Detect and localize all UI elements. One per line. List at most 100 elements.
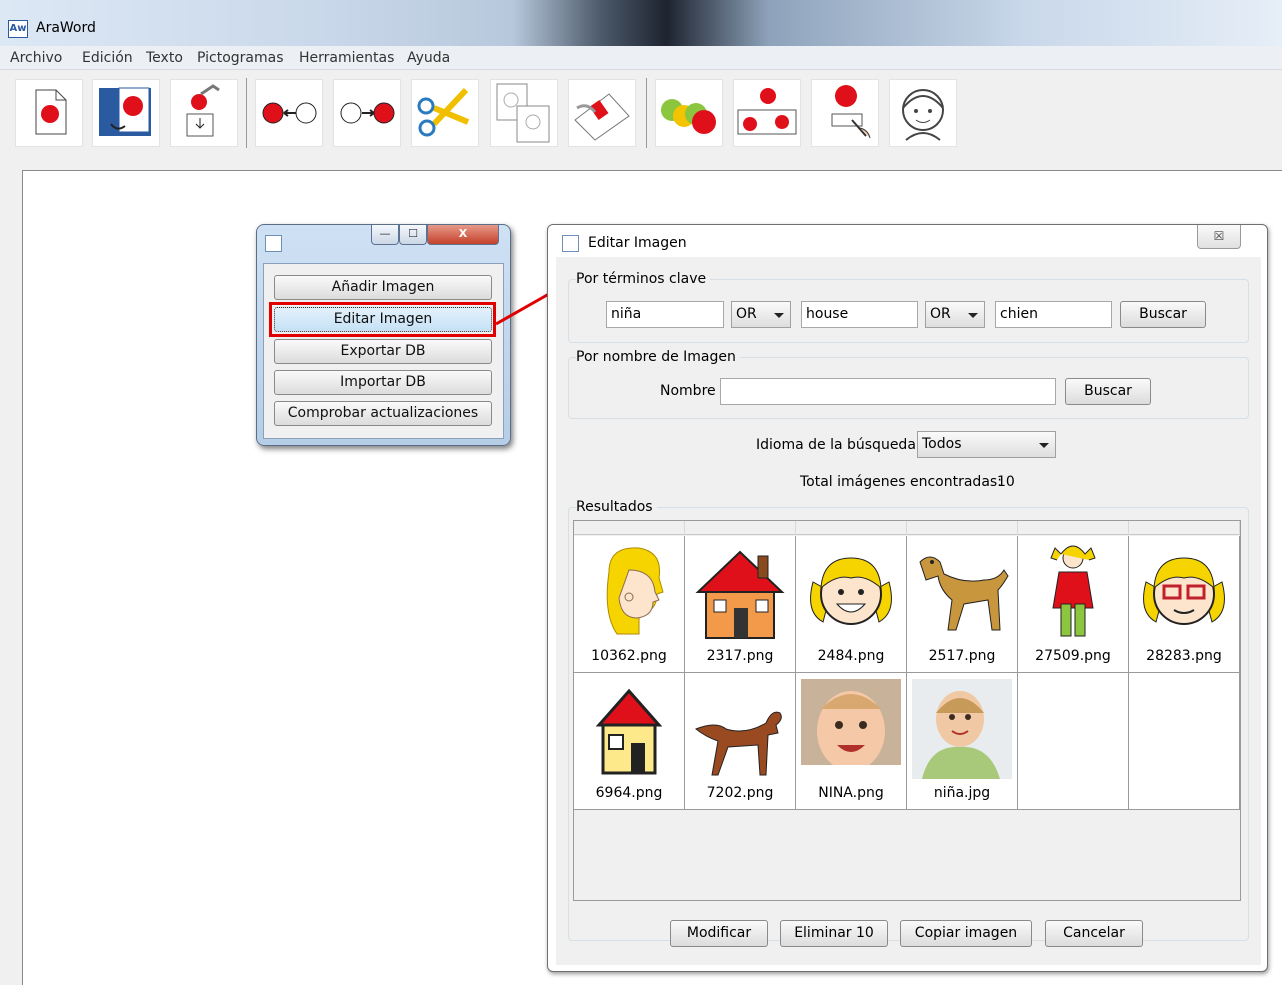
result-filename: 2317.png: [706, 648, 774, 664]
keyword-search-button[interactable]: Buscar: [1120, 301, 1206, 328]
empty-cell: [1129, 673, 1240, 810]
keyword-field-2[interactable]: house: [801, 301, 918, 328]
result-cell[interactable]: 2484.png: [796, 536, 907, 673]
menu-herramientas[interactable]: Herramientas: [299, 50, 394, 66]
tools-dialog-body: Añadir Imagen Editar Imagen Exportar DB …: [263, 263, 504, 439]
name-group-label: Por nombre de Imagen: [576, 349, 740, 365]
result-filename: 28283.png: [1146, 648, 1222, 664]
toolbar-separator: [246, 78, 247, 148]
operator-select-1[interactable]: OR: [731, 301, 791, 328]
open-document-icon[interactable]: [92, 79, 160, 147]
minimize-button[interactable]: —: [371, 225, 399, 245]
total-label: Total imágenes encontradas:: [800, 474, 1002, 490]
apples-icon[interactable]: [655, 79, 723, 147]
girl-profile-image: [606, 547, 664, 635]
menu-archivo[interactable]: Archivo: [10, 50, 62, 66]
language-label: Idioma de la búsqueda:: [756, 437, 921, 453]
close-button[interactable]: X: [427, 225, 499, 245]
window-title: AraWord: [36, 20, 96, 36]
girl-smiling-image: [810, 557, 892, 625]
title-bar: Aw AraWord: [0, 0, 1282, 46]
result-filename: 2517.png: [928, 648, 996, 664]
check-updates-button[interactable]: Comprobar actualizaciones: [274, 401, 492, 426]
result-cell[interactable]: 2317.png: [685, 536, 796, 673]
name-search-button[interactable]: Buscar: [1065, 378, 1151, 405]
java-icon: [265, 235, 282, 252]
dog-image: [919, 556, 1009, 631]
results-group-label: Resultados: [576, 499, 657, 515]
house-yellow-image: [595, 688, 663, 775]
apples-table-icon[interactable]: [733, 79, 801, 147]
name-field[interactable]: [720, 378, 1056, 405]
dialog-content: Por términos clave niña OR house OR chie…: [556, 257, 1261, 965]
keywords-group-label: Por términos clave: [576, 271, 711, 287]
maximize-button[interactable]: ☐: [399, 225, 427, 245]
keyword-field-3[interactable]: chien: [995, 301, 1112, 328]
close-button[interactable]: ☒: [1197, 225, 1241, 249]
column-header: [1129, 521, 1240, 535]
apple-writing-icon[interactable]: [811, 79, 879, 147]
name-label: Nombre: [660, 383, 716, 399]
girl-glasses-image: [1143, 557, 1225, 625]
export-db-button[interactable]: Exportar DB: [274, 339, 492, 364]
arrow-right-icon[interactable]: [333, 79, 401, 147]
delete-button[interactable]: Eliminar 10: [780, 920, 888, 947]
total-value: 10: [997, 474, 1015, 490]
add-image-button[interactable]: Añadir Imagen: [274, 275, 492, 300]
highlight-box: [269, 302, 496, 337]
cancel-button[interactable]: Cancelar: [1045, 920, 1143, 947]
result-cell[interactable]: NINA.png: [796, 673, 907, 810]
menu-bar: Archivo Edición Texto Pictogramas Herram…: [0, 46, 1282, 70]
chevron-down-icon: [968, 313, 978, 318]
paste-icon[interactable]: [568, 79, 636, 147]
cut-icon[interactable]: [411, 79, 479, 147]
operator-2-value: OR: [930, 306, 951, 322]
results-table[interactable]: 10362.png 2317.png 2484.png 2517.png 275…: [573, 520, 1241, 901]
column-header: [1018, 521, 1129, 535]
chevron-down-icon: [774, 313, 784, 318]
toolbar-separator: [646, 78, 647, 148]
java-icon: [562, 235, 579, 252]
new-document-icon[interactable]: [15, 79, 83, 147]
result-filename: 7202.png: [706, 785, 774, 801]
language-value: Todos: [922, 436, 962, 452]
result-filename: 6964.png: [595, 785, 663, 801]
copy-icon[interactable]: [490, 79, 558, 147]
result-cell[interactable]: 2517.png: [907, 536, 1018, 673]
result-cell[interactable]: 6964.png: [574, 673, 685, 810]
copy-image-button[interactable]: Copiar imagen: [900, 920, 1032, 947]
result-filename: 2484.png: [817, 648, 885, 664]
result-cell[interactable]: 27509.png: [1018, 536, 1129, 673]
menu-ayuda[interactable]: Ayuda: [407, 50, 450, 66]
empty-cell: [1018, 673, 1129, 810]
face-icon[interactable]: [889, 79, 957, 147]
girl-standing-image: [1050, 545, 1096, 637]
operator-1-value: OR: [736, 306, 757, 322]
result-filename: niña.jpg: [933, 785, 991, 801]
language-select[interactable]: Todos: [917, 431, 1056, 458]
menu-texto[interactable]: Texto: [146, 50, 183, 66]
result-filename: 10362.png: [591, 648, 667, 664]
result-cell[interactable]: niña.jpg: [907, 673, 1018, 810]
menu-pictogramas[interactable]: Pictogramas: [197, 50, 284, 66]
save-icon[interactable]: [170, 79, 238, 147]
menu-edicion[interactable]: Edición: [82, 50, 133, 66]
import-db-button[interactable]: Importar DB: [274, 370, 492, 395]
column-header: [907, 521, 1018, 535]
chevron-down-icon: [1039, 443, 1049, 448]
arrow-left-icon[interactable]: [255, 79, 323, 147]
result-cell[interactable]: 28283.png: [1129, 536, 1240, 673]
result-cell[interactable]: 10362.png: [574, 536, 685, 673]
dog-brown-image: [695, 711, 782, 776]
edit-image-dialog: Editar Imagen ☒ Por términos clave niña …: [547, 224, 1268, 972]
keyword-field-1[interactable]: niña: [606, 301, 724, 328]
araword-app-icon: Aw: [8, 20, 28, 38]
column-header: [796, 521, 907, 535]
result-cell[interactable]: 7202.png: [685, 673, 796, 810]
dialog-title: Editar Imagen: [588, 235, 687, 251]
operator-select-2[interactable]: OR: [925, 301, 985, 328]
toolbar: [0, 70, 1282, 170]
column-header: [685, 521, 796, 535]
modify-button[interactable]: Modificar: [670, 920, 768, 947]
girl-photo-image: [912, 679, 1012, 779]
